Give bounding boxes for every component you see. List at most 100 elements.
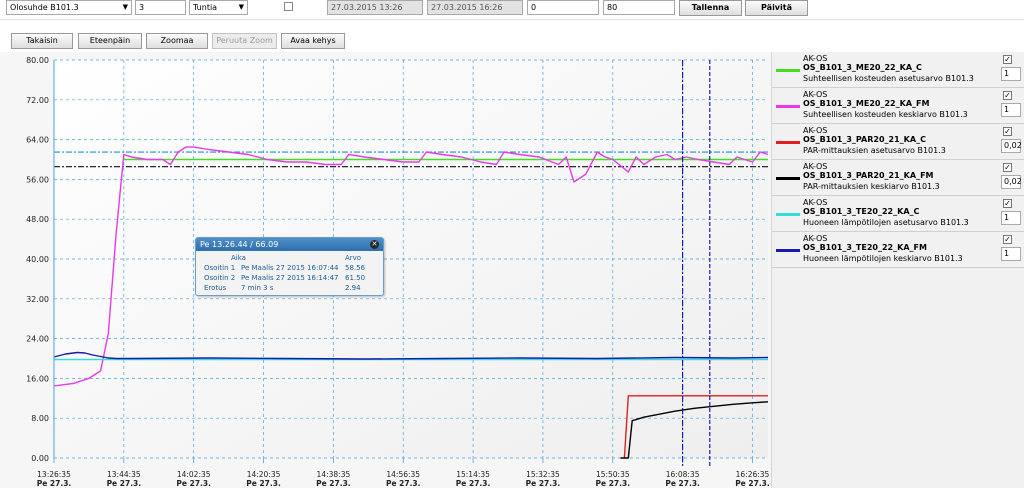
- tooltip-row-label: Erotus: [204, 284, 227, 292]
- x-tick-time: 13:44:35: [107, 470, 141, 479]
- top-toolbar: Olosuhde B101.3 ▼ 3 Tuntia ▼ 27.03.2015 …: [0, 0, 1024, 16]
- x-tick-day: Pe 27.3.: [316, 479, 351, 488]
- x-tick-day: Pe 27.3.: [526, 479, 561, 488]
- tooltip-row-label: Osoitin 2: [204, 274, 236, 282]
- legend-item[interactable]: AK-OS OS_B101_3_ME20_22_KA_FM Suhteellis…: [772, 88, 1024, 124]
- toolbar-divider: [0, 19, 1024, 20]
- close-icon[interactable]: ✕: [370, 240, 379, 249]
- refresh-button[interactable]: Päivitä: [745, 0, 808, 16]
- check-icon[interactable]: ✓: [1003, 55, 1012, 64]
- cancel-zoom-button[interactable]: Peruuta Zoom: [212, 33, 277, 49]
- start-time-text: 27.03.2015 13:26: [331, 3, 403, 12]
- x-tick-day: Pe 27.3.: [176, 479, 211, 488]
- y-tick-label: 24.00: [26, 335, 49, 344]
- legend-item[interactable]: AK-OS OS_B101_3_PAR20_21_KA_FM PAR-mitta…: [772, 160, 1024, 196]
- check-icon[interactable]: ✓: [1003, 127, 1012, 136]
- legend-swatch: [776, 69, 800, 72]
- y-tick-label: 56.00: [26, 175, 49, 184]
- legend-swatch: [776, 141, 800, 144]
- target-select-value: Olosuhde B101.3: [10, 3, 79, 12]
- x-tick-day: Pe 27.3.: [107, 479, 142, 488]
- target-select[interactable]: Olosuhde B101.3 ▼: [6, 0, 132, 15]
- y-tick-label: 80.00: [26, 56, 49, 65]
- x-tick-time: 14:56:35: [386, 470, 420, 479]
- end-time-input[interactable]: 27.03.2015 16:26: [427, 0, 523, 15]
- legend-group: AK-OS: [803, 198, 828, 207]
- legend-swatch: [776, 177, 800, 180]
- x-tick-time: 15:50:35: [596, 470, 630, 479]
- start-time-input[interactable]: 27.03.2015 13:26: [327, 0, 423, 15]
- legend-name: OS_B101_3_PAR20_21_KA_C: [803, 135, 926, 144]
- legend-item[interactable]: AK-OS OS_B101_3_TE20_22_KA_FM Huoneen lä…: [772, 232, 1024, 268]
- tooltip-title: Pe 13.26.44 / 66.09: [200, 240, 279, 249]
- y-tick-label: 16.00: [26, 374, 49, 383]
- legend-group: AK-OS: [803, 126, 828, 135]
- y-tick-label: 32.00: [26, 295, 49, 304]
- open-frame-button[interactable]: Avaa kehys: [281, 33, 345, 49]
- x-tick-time: 14:02:35: [177, 470, 211, 479]
- legend-name: OS_B101_3_TE20_22_KA_C: [803, 207, 920, 216]
- legend-group: AK-OS: [803, 234, 828, 243]
- legend-scale-input[interactable]: 1: [1001, 211, 1021, 225]
- x-tick-time: 16:26:35: [736, 470, 770, 479]
- realtime-checkbox[interactable]: [284, 2, 293, 11]
- y-min-text: 0: [531, 3, 537, 12]
- period-value-text: 3: [139, 3, 145, 12]
- legend-swatch: [776, 213, 800, 216]
- x-tick-day: Pe 27.3.: [456, 479, 491, 488]
- back-button[interactable]: Takaisin: [11, 33, 73, 49]
- tooltip-row-label: Osoitin 1: [204, 264, 236, 272]
- forward-button[interactable]: Eteenpäin: [78, 33, 142, 49]
- legend-name: OS_B101_3_TE20_22_KA_FM: [803, 243, 927, 252]
- legend-desc: PAR-mittauksien keskiarvo B101.3: [803, 182, 940, 191]
- check-icon[interactable]: ✓: [1003, 199, 1012, 208]
- y-tick-label: 48.00: [26, 215, 49, 224]
- check-icon[interactable]: ✓: [1003, 91, 1012, 100]
- cursor-tooltip[interactable]: Pe 13.26.44 / 66.09 ✕ Aika Arvo Osoitin …: [195, 237, 384, 296]
- legend-desc: Suhteellisen kosteuden keskiarvo B101.3: [803, 110, 968, 119]
- check-icon[interactable]: ✓: [1003, 235, 1012, 244]
- zoom-button[interactable]: Zoomaa: [146, 33, 208, 49]
- tooltip-row-value: 58.56: [345, 264, 366, 272]
- tooltip-row-time: Pe Maalis 27 2015 16:07:44: [241, 264, 339, 272]
- legend-item[interactable]: AK-OS OS_B101_3_TE20_22_KA_C Huoneen läm…: [772, 196, 1024, 232]
- x-tick-day: Pe 27.3.: [665, 479, 700, 488]
- y-min-input[interactable]: 0: [527, 0, 599, 15]
- x-tick-day: Pe 27.3.: [596, 479, 631, 488]
- x-tick-time: 15:14:35: [456, 470, 490, 479]
- trend-chart[interactable]: 80.00 72.00 64.00 56.00 48.00 40.00 32.00 24.00…: [0, 50, 771, 488]
- tooltip-row-value: 2.94: [345, 284, 361, 292]
- x-tick-day: Pe 27.3.: [386, 479, 421, 488]
- period-unit-select[interactable]: Tuntia ▼: [189, 0, 248, 15]
- tooltip-row-time: 7 min 3 s: [241, 284, 274, 292]
- legend-item[interactable]: AK-OS OS_B101_3_ME20_22_KA_C Suhteellise…: [772, 52, 1024, 88]
- tooltip-col-value: Arvo: [345, 254, 362, 262]
- legend-scale-input[interactable]: 1: [1001, 247, 1021, 261]
- legend-scale-input[interactable]: 1: [1001, 67, 1021, 81]
- tooltip-header: Pe 13.26.44 / 66.09: [196, 238, 383, 251]
- save-button[interactable]: Tallenna: [679, 0, 742, 16]
- tooltip-row-time: Pe Maalis 27 2015 16:14:47: [241, 274, 339, 282]
- end-time-text: 27.03.2015 16:26: [431, 3, 503, 12]
- legend-scale-input[interactable]: 1: [1001, 103, 1021, 117]
- legend-name: OS_B101_3_ME20_22_KA_C: [803, 63, 922, 72]
- tooltip-col-time: Aika: [231, 254, 246, 262]
- check-icon[interactable]: ✓: [1003, 163, 1012, 172]
- series-legend: AK-OS OS_B101_3_ME20_22_KA_C Suhteellise…: [771, 52, 1024, 488]
- legend-scale-input[interactable]: 0,02: [1001, 175, 1022, 189]
- y-max-text: 80: [607, 3, 618, 12]
- legend-group: AK-OS: [803, 162, 828, 171]
- x-tick-day: Pe 27.3.: [246, 479, 281, 488]
- legend-name: OS_B101_3_PAR20_21_KA_FM: [803, 171, 934, 180]
- legend-scale-input[interactable]: 0,02: [1001, 139, 1022, 153]
- legend-item[interactable]: AK-OS OS_B101_3_PAR20_21_KA_C PAR-mittau…: [772, 124, 1024, 160]
- period-unit-value: Tuntia: [193, 3, 218, 12]
- legend-desc: Huoneen lämpötilojen keskiarvo B101.3: [803, 254, 963, 263]
- chevron-down-icon: ▼: [122, 3, 128, 11]
- x-tick-day: Pe 27.3.: [735, 479, 770, 488]
- x-tick-day: Pe 27.3.: [37, 479, 72, 488]
- y-max-input[interactable]: 80: [603, 0, 675, 15]
- x-tick-time: 16:08:35: [666, 470, 700, 479]
- period-value-input[interactable]: 3: [135, 0, 186, 15]
- legend-desc: Suhteellisen kosteuden asetusarvo B101.3: [803, 74, 974, 83]
